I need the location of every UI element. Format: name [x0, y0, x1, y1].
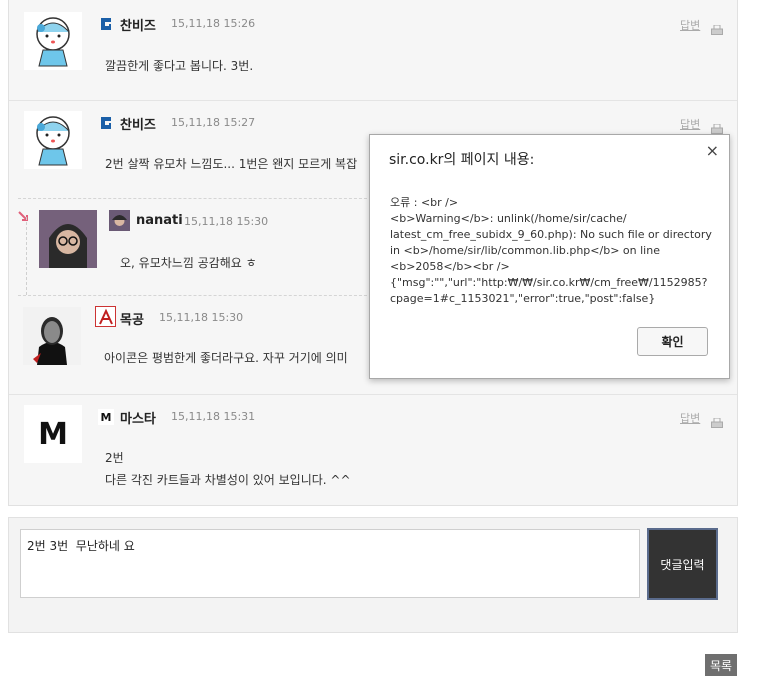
comment-text: 깔끔한게 좋다고 봅니다. 3번.	[105, 59, 254, 73]
comment-item: M M 마스타 15,11,18 15:31 답변 2번 다른 각진 카트들과 …	[9, 394, 737, 505]
comment-body: 아이콘은 평범한게 좋더라구요. 자꾸 거기에 의미	[104, 347, 348, 369]
comment-item: 찬비즈 15,11,18 15:26 답변 깔끔한게 좋다고 봅니다. 3번.	[9, 0, 737, 100]
comment-author[interactable]: 마스타	[120, 408, 156, 427]
avatar[interactable]	[23, 307, 81, 365]
submit-comment-button[interactable]: 댓글입력	[647, 528, 718, 600]
comment-body: 2번 살짝 유모차 느낌도... 1번은 왠지 모르게 복잡	[105, 153, 357, 175]
comment-text: 아이콘은 평범한게 좋더라구요. 자꾸 거기에 의미	[104, 351, 348, 365]
comment-form: 2번 3번 무난하네 요 댓글입력	[8, 517, 738, 633]
dialog-title: sir.co.kr의 페이지 내용:	[389, 152, 535, 168]
reply-arrow-icon	[18, 208, 30, 227]
comment-date: 15,11,18 15:26	[171, 17, 256, 30]
comment-text: 2번	[105, 451, 124, 465]
dialog-message-line: in <b>/home/sir/lib/common.lib.php</b> o…	[390, 244, 660, 257]
avatar[interactable]: M	[24, 405, 82, 463]
comment-text: 2번 살짝 유모차 느낌도... 1번은 왠지 모르게 복잡	[105, 157, 358, 171]
reply-button[interactable]: 답변	[680, 116, 700, 132]
comment-date: 15,11,18 15:31	[171, 410, 256, 423]
comment-input[interactable]: 2번 3번 무난하네 요	[20, 529, 640, 598]
comment-date: 15,11,18 15:30	[184, 215, 269, 228]
ok-button[interactable]: 확인	[637, 327, 708, 356]
level-icon	[99, 115, 113, 129]
alert-dialog: sir.co.kr의 페이지 내용: × 오류 : <br /> <b>Warn…	[369, 134, 730, 379]
avatar[interactable]	[24, 12, 82, 70]
dialog-message-line: {"msg":"","url":"http:₩/₩/sir.co.kr₩/cm_…	[390, 276, 708, 289]
print-icon[interactable]	[711, 119, 723, 134]
close-icon[interactable]: ×	[706, 141, 719, 160]
reply-button[interactable]: 답변	[680, 17, 700, 33]
level-icon: M	[98, 409, 114, 425]
comment-text: 오, 유모차느낌 공감해요 ㅎ	[120, 256, 257, 270]
comment-date: 15,11,18 15:27	[171, 116, 256, 129]
comment-author[interactable]: 찬비즈	[120, 114, 156, 133]
comment-body: 오, 유모차느낌 공감해요 ㅎ	[120, 252, 257, 274]
dialog-message-line: <b>2058</b><br />	[390, 260, 510, 273]
dialog-message-line: <b>Warning</b>: unlink(/home/sir/cache/	[390, 212, 627, 225]
dialog-message-line: 오류 : <br />	[390, 196, 459, 209]
avatar[interactable]	[39, 210, 97, 268]
comment-author[interactable]: 목공	[120, 309, 144, 328]
comment-author[interactable]: nanati	[136, 213, 183, 228]
print-icon[interactable]	[711, 20, 723, 35]
level-icon	[99, 16, 113, 30]
print-icon[interactable]	[711, 413, 723, 428]
avatar[interactable]	[24, 111, 82, 169]
comment-date: 15,11,18 15:30	[159, 311, 244, 324]
comment-text: 다른 각진 카트들과 차별성이 있어 보입니다. ^^	[105, 473, 351, 487]
level-letter: M	[100, 410, 112, 424]
avatar-letter: M	[38, 416, 68, 452]
level-icon	[95, 306, 116, 327]
reply-button[interactable]: 답변	[680, 410, 700, 426]
comment-body: 깔끔한게 좋다고 봅니다. 3번.	[105, 55, 253, 77]
dialog-message: 오류 : <br /> <b>Warning</b>: unlink(/home…	[390, 195, 720, 307]
dialog-message-line: latest_cm_free_subidx_9_60.php): No such…	[390, 228, 712, 241]
reply-thread-line	[26, 217, 27, 295]
comment-body: 2번 다른 각진 카트들과 차별성이 있어 보입니다. ^^	[105, 447, 351, 491]
level-icon	[109, 210, 130, 231]
dialog-message-line: cpage=1#c_1153021","error":true,"post":f…	[390, 292, 656, 305]
comment-author[interactable]: 찬비즈	[120, 15, 156, 34]
list-button[interactable]: 목록	[705, 654, 737, 676]
